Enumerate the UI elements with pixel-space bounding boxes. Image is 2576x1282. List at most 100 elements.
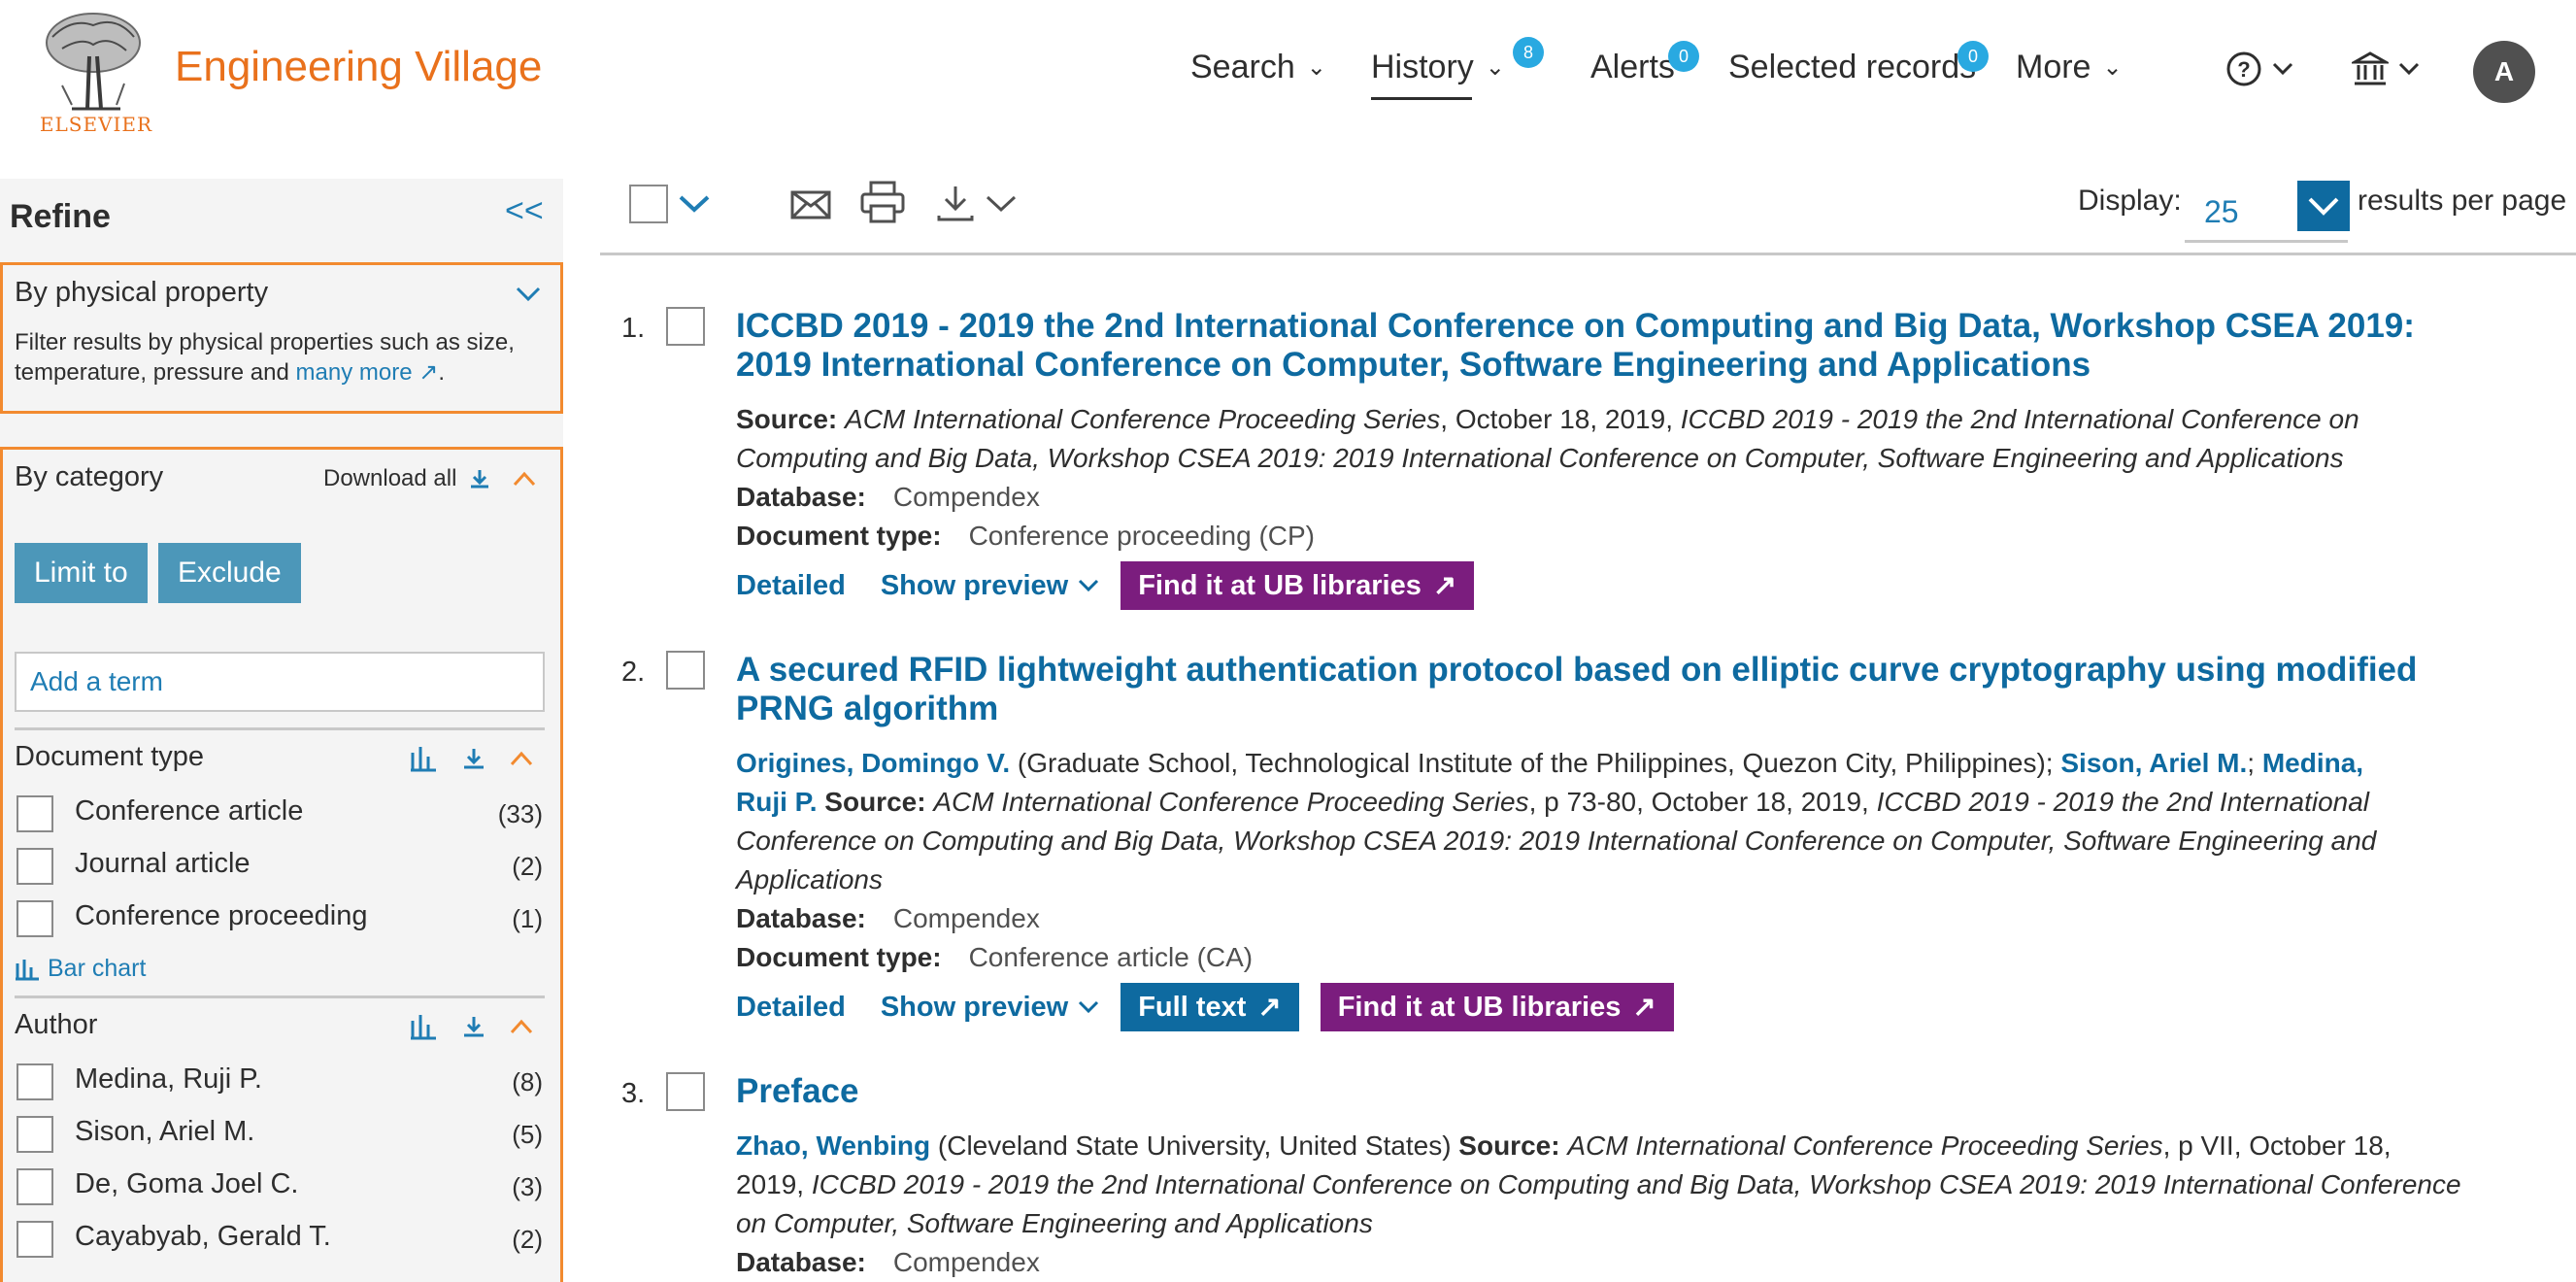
svg-text:?: ? — [2237, 57, 2250, 82]
document-type-facet-actions — [409, 745, 533, 772]
download-all-label: Download all — [323, 465, 457, 491]
select-all-checkbox[interactable] — [629, 185, 668, 223]
author-link[interactable]: Origines, Domingo V. — [736, 748, 1010, 778]
result-authors-source: Zhao, Wenbing (Cleveland State Universit… — [736, 1127, 2576, 1243]
physical-property-panel: By physical property Filter results by p… — [0, 262, 563, 414]
limit-to-button[interactable]: Limit to — [15, 543, 148, 603]
collapse-sidebar-button[interactable]: << — [505, 192, 544, 230]
nav-more[interactable]: More ⌄ — [2016, 49, 2123, 86]
find-at-library-button[interactable]: Find it at UB libraries ↗ — [1121, 561, 1475, 610]
physical-desc-line-2: temperature, pressure and many more ↗. — [15, 357, 515, 388]
nav-history-label: History — [1371, 49, 1474, 85]
download-icon[interactable] — [461, 746, 486, 771]
physical-desc-line-1: Filter results by physical properties su… — [15, 329, 515, 355]
author-link[interactable]: Sison, Ariel M. — [2060, 748, 2247, 778]
external-link-icon: ↗ — [1257, 992, 1282, 1023]
download-icon[interactable] — [936, 185, 975, 221]
category-panel: By category Download all Limit to Exclud… — [0, 447, 563, 1282]
results-per-page-dropdown[interactable] — [2297, 181, 2350, 231]
chevron-down-icon — [1079, 579, 1099, 592]
facet-checkbox[interactable] — [17, 1116, 53, 1153]
result-database: Database: Compendex — [736, 1243, 2576, 1282]
find-at-library-button[interactable]: Find it at UB libraries ↗ — [1320, 983, 1674, 1031]
add-term-input[interactable] — [15, 652, 545, 712]
institution-menu[interactable] — [2352, 51, 2420, 87]
chevron-up-icon[interactable] — [510, 751, 533, 766]
result-checkbox[interactable] — [666, 1072, 705, 1111]
category-heading: By category — [15, 461, 164, 492]
show-preview-button[interactable]: Show preview — [881, 570, 1099, 602]
bar-chart-icon[interactable] — [409, 1013, 438, 1040]
facet-count: (5) — [512, 1120, 543, 1149]
nav-selected-records[interactable]: Selected records — [1728, 49, 1976, 86]
result-number: 3. — [621, 1078, 646, 1109]
physical-desc-tail: . — [438, 359, 445, 386]
author-link[interactable]: Medina, — [2262, 748, 2363, 778]
user-avatar[interactable]: A — [2473, 41, 2535, 103]
nav-alerts[interactable]: Alerts — [1590, 49, 1675, 86]
help-menu[interactable]: ? — [2225, 51, 2293, 87]
exclude-button[interactable]: Exclude — [158, 543, 301, 603]
chevron-down-icon[interactable] — [985, 194, 1018, 214]
show-preview-button[interactable]: Show preview — [881, 992, 1099, 1024]
many-more-link[interactable]: many more ↗ — [296, 359, 439, 386]
facet-checkbox[interactable] — [17, 795, 53, 832]
nav-history[interactable]: History ⌄ — [1371, 49, 1505, 100]
author-facet-actions — [409, 1013, 533, 1040]
source-conference: on Computer, Software Engineering and Ap… — [736, 1208, 1373, 1238]
result-checkbox[interactable] — [666, 307, 705, 346]
download-icon[interactable] — [461, 1014, 486, 1039]
divider — [15, 727, 545, 730]
full-text-label: Full text — [1138, 992, 1247, 1023]
physical-property-heading[interactable]: By physical property — [15, 277, 268, 309]
bar-chart-link[interactable]: Bar chart — [15, 955, 146, 983]
author-link[interactable]: Zhao, Wenbing — [736, 1130, 930, 1161]
elsevier-logo[interactable]: ELSEVIER — [33, 8, 159, 138]
source-series: ACM International Conference Proceeding … — [933, 787, 1529, 817]
detailed-link[interactable]: Detailed — [736, 992, 846, 1024]
result-title-link[interactable]: Preface — [736, 1072, 2576, 1111]
show-preview-label: Show preview — [880, 569, 1069, 601]
facet-label: Sison, Ariel M. — [75, 1116, 255, 1147]
author-link[interactable]: Ruji P. — [736, 787, 818, 817]
bar-chart-icon[interactable] — [409, 745, 438, 772]
nav-search[interactable]: Search ⌄ — [1190, 49, 1326, 86]
facet-count: (3) — [512, 1172, 543, 1201]
database-label: Database: — [736, 903, 866, 933]
facet-checkbox[interactable] — [17, 1221, 53, 1258]
history-count-badge: 8 — [1513, 37, 1544, 68]
source-conference: Conference on Computing and Big Data, Wo… — [736, 826, 2377, 856]
result-title-link[interactable]: A secured RFID lightweight authenticatio… — [736, 651, 2576, 728]
chevron-down-icon: ⌄ — [1485, 54, 1505, 81]
full-text-button[interactable]: Full text ↗ — [1121, 983, 1299, 1031]
print-icon[interactable] — [860, 181, 905, 223]
download-all-button[interactable]: Download all — [323, 465, 536, 492]
result-checkbox[interactable] — [666, 651, 705, 690]
facet-checkbox[interactable] — [17, 848, 53, 885]
chevron-down-icon[interactable] — [678, 194, 711, 214]
result-document-type: Document type: Conference article (CA) — [736, 938, 2576, 977]
email-icon[interactable] — [790, 186, 831, 221]
facet-checkbox[interactable] — [17, 1168, 53, 1205]
document-type-value: Conference proceeding (CP) — [968, 521, 1315, 551]
facet-checkbox[interactable] — [17, 900, 53, 937]
chevron-down-icon[interactable] — [516, 287, 541, 302]
result-title-line: Preface — [736, 1072, 859, 1110]
detailed-link[interactable]: Detailed — [736, 570, 846, 602]
result-number: 1. — [621, 313, 646, 344]
facet-checkbox[interactable] — [17, 1063, 53, 1100]
source-conference: ICCBD 2019 - 2019 the 2nd International … — [811, 1169, 2461, 1199]
source-line: 2019, ICCBD 2019 - 2019 the 2nd Internat… — [736, 1165, 2576, 1204]
result-database: Database: Compendex — [736, 478, 2576, 517]
source-conference: ICCBD 2019 - 2019 the 2nd International — [1876, 787, 2370, 817]
chevron-up-icon[interactable] — [510, 1019, 533, 1034]
chevron-up-icon[interactable] — [513, 471, 536, 487]
source-line: Conference on Computing and Big Data, Wo… — [736, 822, 2576, 860]
brand-name[interactable]: Engineering Village — [175, 43, 542, 91]
source-label: Source: — [736, 404, 838, 434]
document-type-label: Document type: — [736, 942, 942, 972]
source-date: , October 18, 2019, — [1440, 404, 1681, 434]
source-series: ACM International Conference Proceeding … — [1567, 1130, 2163, 1161]
result-title-link[interactable]: ICCBD 2019 - 2019 the 2nd International … — [736, 307, 2576, 385]
source-conference: Computing and Big Data, Workshop CSEA 20… — [736, 443, 2344, 473]
